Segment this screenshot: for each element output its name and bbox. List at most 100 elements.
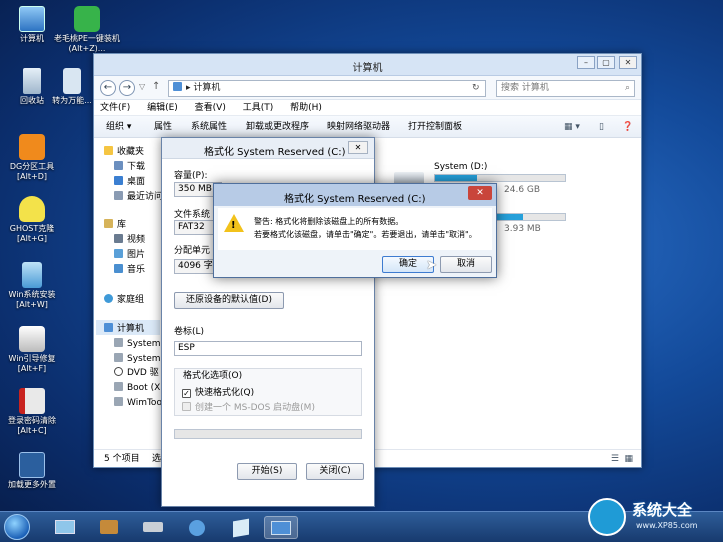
taskbar-app-notes-icon[interactable] — [224, 516, 258, 539]
close-button[interactable]: ✕ — [468, 186, 492, 200]
taskbar-app-media-icon[interactable] — [180, 516, 214, 539]
control-panel-button[interactable]: 打开控制面板 — [408, 116, 462, 138]
taskbar-app-drive-icon[interactable] — [136, 516, 170, 539]
preview-pane-icon[interactable]: ▯ — [599, 116, 604, 138]
menu-view[interactable]: 查看(V) — [195, 103, 226, 113]
map-drive-button[interactable]: 映射网络驱动器 — [327, 116, 390, 138]
address-text: 计算机 — [193, 83, 221, 93]
forward-icon[interactable]: → — [119, 80, 135, 96]
nav-label: 视频 — [127, 235, 146, 245]
refresh-icon[interactable]: ↻ — [472, 83, 480, 93]
back-icon[interactable]: ← — [100, 80, 116, 96]
nav-label: 下载 — [127, 162, 146, 172]
desktop-icon-label: 登录密码清除[Alt+C] — [8, 416, 56, 435]
desktop-icon-win-install[interactable]: Win系统安装[Alt+W] — [0, 262, 64, 310]
picture-icon — [114, 249, 123, 258]
boot-repair-icon — [19, 326, 45, 352]
nav-drive-wimtool[interactable]: WimToo — [114, 397, 162, 409]
nav-label: 家庭组 — [117, 295, 145, 305]
filesystem-label: 文件系统 — [174, 210, 211, 220]
nav-pictures[interactable]: 图片 — [114, 249, 145, 261]
desktop-icon-convert[interactable]: 转为万能... — [52, 68, 92, 106]
close-dialog-button[interactable]: 关闭(C) — [306, 463, 364, 480]
nav-drive-system-2[interactable]: System — [114, 353, 161, 365]
nav-label: System — [127, 354, 161, 364]
warning-dialog-title: 格式化 System Reserved (C:) — [284, 194, 426, 205]
window-title: 计算机 — [352, 63, 383, 74]
quick-format-checkbox[interactable]: ✓ 快速格式化(Q) — [182, 385, 254, 398]
desktop-icon-ghost[interactable]: GHOST克隆[Alt+G] — [0, 196, 64, 244]
desktop-icon-password-clear[interactable]: 登录密码清除[Alt+C] — [0, 388, 64, 436]
menu-edit[interactable]: 编辑(E) — [147, 103, 178, 113]
desktop-icon-label: 转为万能... — [52, 96, 92, 105]
msdos-disk-checkbox[interactable]: 创建一个 MS-DOS 启动盘(M) — [182, 400, 315, 413]
system-properties-button[interactable]: 系统属性 — [191, 116, 227, 138]
nav-desktop[interactable]: 桌面 — [114, 176, 145, 188]
details-view-icon[interactable]: ☰ — [611, 450, 619, 468]
minimize-button[interactable]: – — [577, 56, 595, 69]
nav-label: Boot (X — [127, 383, 161, 393]
desktop-icon-label: GHOST克隆[Alt+G] — [9, 224, 55, 243]
chevron-down-icon[interactable]: ▽ — [139, 82, 145, 91]
nav-favorites[interactable]: 收藏夹 — [104, 146, 144, 158]
up-icon[interactable]: ↑ — [152, 81, 160, 92]
desktop-icon-pe-installer[interactable]: 老毛桃PE一键装机(Alt+Z)... — [52, 6, 122, 54]
nav-music[interactable]: 音乐 — [114, 264, 145, 276]
drive-icon — [114, 353, 123, 362]
search-input[interactable]: 搜索 计算机 ⌕ — [496, 80, 635, 97]
win-install-icon — [22, 262, 42, 288]
taskbar-app-monitor-icon[interactable] — [48, 516, 82, 539]
help-icon[interactable]: ❓ — [622, 116, 633, 138]
explorer-titlebar: 计算机 – ▢ ✕ — [94, 54, 641, 76]
checkbox-disabled-icon — [182, 402, 191, 411]
nav-recent[interactable]: 最近访问 — [114, 191, 163, 203]
nav-drive-dvd[interactable]: DVD 驱 — [114, 367, 159, 379]
dg-partition-icon — [19, 134, 45, 160]
search-placeholder: 搜索 计算机 — [501, 83, 549, 93]
drive-free-space: 24.6 GB — [504, 185, 541, 195]
tiles-view-icon[interactable]: ▦ — [624, 450, 633, 468]
close-button[interactable]: ✕ — [619, 56, 637, 69]
password-clear-icon — [19, 388, 45, 414]
homegroup-icon — [104, 294, 113, 303]
taskbar-app-explorer-active[interactable] — [264, 516, 298, 539]
warning-exclamation: ! — [231, 220, 236, 231]
close-button[interactable]: ✕ — [348, 141, 368, 154]
menu-file[interactable]: 文件(F) — [100, 103, 130, 113]
menu-help[interactable]: 帮助(H) — [290, 103, 322, 113]
restore-defaults-button[interactable]: 还原设备的默认值(D) — [174, 292, 284, 309]
volume-label-input[interactable]: ESP — [174, 341, 362, 356]
menu-tools[interactable]: 工具(T) — [243, 103, 274, 113]
taskbar-app-tool-icon[interactable] — [92, 516, 126, 539]
search-icon[interactable]: ⌕ — [625, 81, 630, 96]
drive-usage-fill — [495, 214, 523, 220]
start-button[interactable]: 开始(S) — [237, 463, 297, 480]
properties-button[interactable]: 属性 — [154, 116, 172, 138]
maximize-button[interactable]: ▢ — [597, 56, 615, 69]
desktop-icon-boot-repair[interactable]: Win引导修复[Alt+F] — [0, 326, 64, 374]
nav-libraries[interactable]: 库 — [104, 219, 126, 231]
format-options-label: 格式化选项(O) — [183, 371, 243, 381]
computer-small-icon — [173, 82, 182, 91]
view-options-icon[interactable]: ▦ ▾ — [564, 116, 580, 138]
nav-homegroup[interactable]: 家庭组 — [104, 294, 144, 306]
drive-free-space: 3.93 MB — [504, 224, 541, 234]
drive-usage-bar — [434, 174, 566, 182]
drive-tile-2[interactable]: 3.93 MB — [494, 211, 574, 241]
format-dialog-title: 格式化 System Reserved (C:) — [204, 147, 346, 158]
desktop-icon-dg-partition[interactable]: DG分区工具[Alt+D] — [0, 134, 64, 182]
warning-titlebar: 格式化 System Reserved (C:) ✕ — [214, 184, 496, 206]
nav-computer[interactable]: 计算机 — [104, 323, 144, 335]
uninstall-button[interactable]: 卸载或更改程序 — [246, 116, 309, 138]
address-field[interactable]: ▸ 计算机 — [168, 80, 486, 97]
cancel-button[interactable]: 取消 — [440, 256, 492, 273]
nav-drive-boot[interactable]: Boot (X — [114, 382, 160, 394]
start-orb-icon[interactable] — [4, 514, 30, 540]
desktop-icon-load-more[interactable]: 加载更多外置 — [0, 452, 64, 490]
organize-button[interactable]: 组织 ▾ — [106, 116, 131, 138]
recycle-bin-icon — [23, 68, 41, 94]
star-icon — [104, 146, 113, 155]
nav-videos[interactable]: 视频 — [114, 234, 145, 246]
nav-downloads[interactable]: 下载 — [114, 161, 145, 173]
nav-drive-system-1[interactable]: System — [114, 338, 161, 350]
